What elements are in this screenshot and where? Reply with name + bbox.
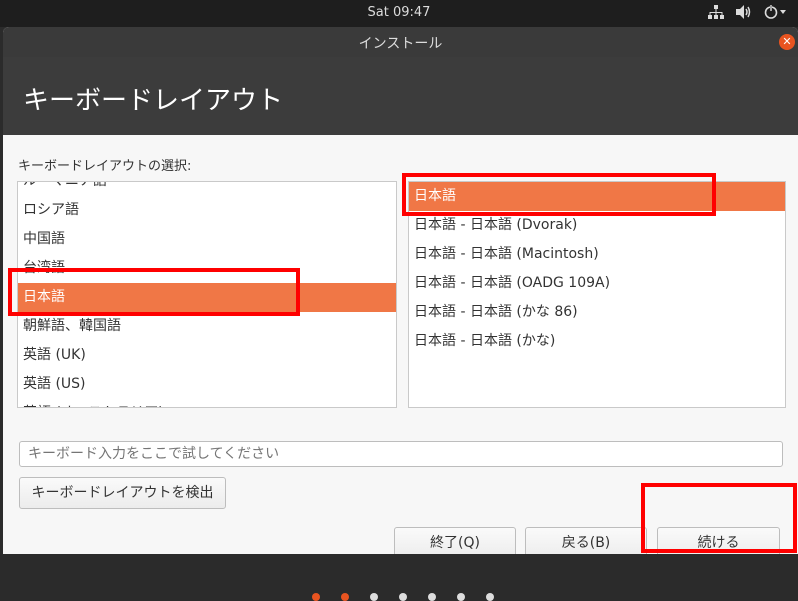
back-button[interactable]: 戻る(B)	[525, 527, 647, 554]
progress-dot	[370, 593, 378, 601]
progress-dot	[399, 593, 407, 601]
clock[interactable]: Sat 09:47	[0, 5, 798, 20]
window-titlebar[interactable]: インストール ✕	[3, 27, 798, 57]
list-item-selected[interactable]: 日本語	[18, 283, 396, 312]
progress-dot	[341, 593, 349, 601]
list-item[interactable]: 日本語 - 日本語 (かな)	[409, 327, 785, 356]
network-icon[interactable]	[708, 5, 724, 23]
volume-icon[interactable]	[736, 5, 752, 23]
window-title: インストール	[358, 36, 443, 52]
list-item[interactable]: 日本語 - 日本語 (かな 86)	[409, 298, 785, 327]
top-panel: Sat 09:47	[0, 0, 798, 27]
progress-dot	[428, 593, 436, 601]
installer-window: インストール ✕ キーボードレイアウト キーボードレイアウトの選択: ルーマニア…	[3, 27, 798, 554]
list-item[interactable]: 日本語 - 日本語 (Dvorak)	[409, 211, 785, 240]
list-item[interactable]: 英語 (US)	[18, 370, 396, 399]
list-item[interactable]: 台湾語	[18, 254, 396, 283]
main-content: キーボードレイアウトの選択: ルーマニア語 ロシア語 中国語 台湾語 日本語 朝…	[3, 135, 798, 554]
progress-dot	[486, 593, 494, 601]
list-item[interactable]: 英語 (UK)	[18, 341, 396, 370]
page-header: キーボードレイアウト	[3, 57, 798, 135]
page-title: キーボードレイアウト	[23, 86, 284, 116]
list-item[interactable]: 日本語 - 日本語 (OADG 109A)	[409, 269, 785, 298]
list-item[interactable]: ルーマニア語	[18, 182, 396, 196]
system-tray	[708, 5, 786, 23]
list-item[interactable]: 日本語 - 日本語 (Macintosh)	[409, 240, 785, 269]
progress-dot	[312, 593, 320, 601]
continue-button[interactable]: 続ける	[657, 527, 780, 554]
variant-list[interactable]: 日本語 日本語 - 日本語 (Dvorak) 日本語 - 日本語 (Macint…	[408, 181, 786, 408]
layout-select-label: キーボードレイアウトの選択:	[18, 159, 192, 174]
power-icon[interactable]	[764, 5, 786, 23]
quit-button[interactable]: 終了(Q)	[394, 527, 516, 554]
list-item[interactable]: 朝鮮語、韓国語	[18, 312, 396, 341]
keyboard-test-input[interactable]	[19, 441, 783, 467]
progress-dots	[312, 593, 494, 601]
progress-dot	[457, 593, 465, 601]
list-item[interactable]: 中国語	[18, 225, 396, 254]
detect-layout-button[interactable]: キーボードレイアウトを検出	[19, 477, 226, 509]
list-item-selected[interactable]: 日本語	[409, 182, 785, 211]
close-icon[interactable]: ✕	[779, 34, 795, 50]
list-item[interactable]: ロシア語	[18, 196, 396, 225]
list-item[interactable]: 英語 (オーストラリア)	[18, 399, 396, 407]
language-list[interactable]: ルーマニア語 ロシア語 中国語 台湾語 日本語 朝鮮語、韓国語 英語 (UK) …	[17, 181, 397, 408]
